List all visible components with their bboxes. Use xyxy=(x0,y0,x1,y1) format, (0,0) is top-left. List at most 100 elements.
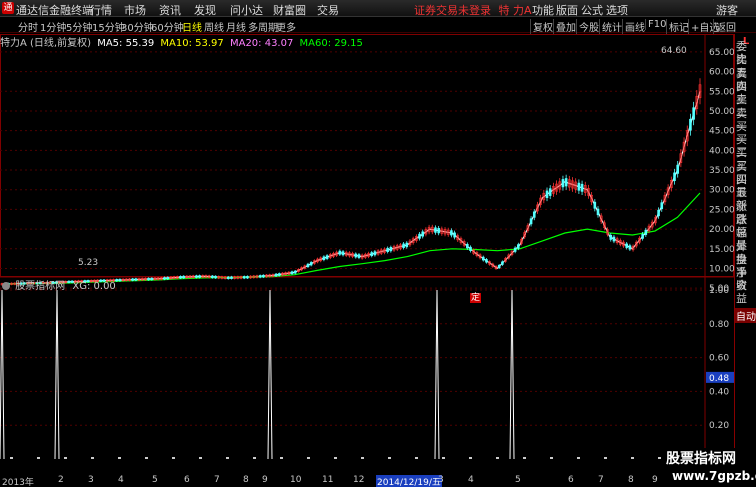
candle-body xyxy=(628,245,632,250)
indicator-tick-label: 0.40 xyxy=(709,387,729,397)
period-5min[interactable]: 5分钟 xyxy=(66,19,92,34)
date-tick-label: 4 xyxy=(118,475,124,485)
period-toolbar: 分时 1分钟 5分钟 15分钟 30分钟 60分钟 日线 周线 月线 多周期 更… xyxy=(0,18,756,34)
period-multi[interactable]: 多周期 xyxy=(248,19,278,34)
menu-formula[interactable]: 公式 xyxy=(581,2,603,18)
btn-f10[interactable]: F10 xyxy=(645,19,666,30)
price-tick-label: 20.00 xyxy=(709,225,734,235)
indicator-spike xyxy=(0,289,5,460)
date-tick-label: 6 xyxy=(184,475,190,485)
menu-options[interactable]: 选项 xyxy=(606,2,628,18)
candle-body xyxy=(179,275,182,279)
indicator-dot xyxy=(388,457,391,459)
candle-body xyxy=(421,231,425,237)
btn-mark[interactable]: 标记 xyxy=(666,19,689,34)
menu-bar: 通 通达信金融终端 行情 市场 资讯 发现 问小达 财富圈 交易 证券交易未登录… xyxy=(0,0,756,17)
date-tick-label: 2014/12/19/五 xyxy=(376,475,442,487)
btn-stock[interactable]: 今股 xyxy=(576,19,599,34)
side-auto-button[interactable]: 自动 xyxy=(735,308,756,323)
menu-function[interactable]: 功能 xyxy=(532,2,554,18)
menu-quotes[interactable]: 行情 xyxy=(90,2,112,18)
indicator-dot xyxy=(550,457,553,459)
ma-info-line: 特力A (日线,前复权) MA5: 55.39 MA10: 53.97 MA20… xyxy=(0,34,366,49)
indicator-toggle-icon[interactable] xyxy=(2,282,10,290)
candle-body xyxy=(657,209,660,217)
indicator-name: 股票指标网 xyxy=(15,281,66,292)
indicator-dot xyxy=(307,457,310,459)
indicator-tick-label: 1.00 xyxy=(709,286,729,296)
period-monthly[interactable]: 月线 xyxy=(226,19,246,34)
candle-body xyxy=(338,250,342,255)
btn-stats[interactable]: 统计 xyxy=(599,19,622,34)
date-tick-label: 11 xyxy=(322,475,334,485)
candle-body xyxy=(692,107,695,120)
ma20-value: MA20: 43.07 xyxy=(229,38,294,49)
date-tick-label: 12 xyxy=(353,475,365,485)
candle-body xyxy=(182,275,185,279)
indicator-tick-label: 0.60 xyxy=(709,354,729,364)
login-notice[interactable]: 证券交易未登录 特 力A xyxy=(414,2,532,18)
menu-assistant[interactable]: 问小达 xyxy=(230,2,263,18)
menu-discover[interactable]: 发现 xyxy=(194,2,216,18)
menu-layout[interactable]: 版面 xyxy=(556,2,578,18)
candle-body xyxy=(309,262,313,266)
price-tick-label: 60.00 xyxy=(709,68,734,78)
candle-body xyxy=(147,277,150,281)
period-daily[interactable]: 日线 xyxy=(182,19,202,34)
chart-grid xyxy=(0,34,734,471)
candle-body xyxy=(676,164,679,174)
candle-body xyxy=(211,275,214,279)
period-more[interactable]: 更多 xyxy=(276,19,296,34)
candle-body xyxy=(115,279,119,282)
candle-body xyxy=(214,275,217,279)
btn-draw[interactable]: 画线 xyxy=(622,19,645,34)
period-tick[interactable]: 分时 xyxy=(18,19,38,34)
candle-body xyxy=(548,188,552,196)
indicator-title: 股票指标网 XG: 0.00 xyxy=(2,277,116,292)
period-weekly[interactable]: 周线 xyxy=(204,19,224,34)
btn-back[interactable]: 返回 xyxy=(713,19,736,34)
btn-overlay[interactable]: 叠加 xyxy=(553,19,576,34)
period-1min[interactable]: 1分钟 xyxy=(40,19,66,34)
candle-body xyxy=(564,178,568,187)
menu-wealth[interactable]: 财富圈 xyxy=(273,2,306,18)
high-price-label: 64.60 xyxy=(661,46,687,56)
ma10-value: MA10: 53.97 xyxy=(160,38,224,49)
candle-body xyxy=(529,218,533,225)
candle-body xyxy=(625,243,628,248)
menu-guest[interactable]: 游客 xyxy=(716,2,738,18)
price-axis: 65.00 60.00 55.00 50.00 45.00 40.00 35.00 30.00… xyxy=(706,48,734,431)
menu-market[interactable]: 市场 xyxy=(124,2,146,18)
candle-body xyxy=(134,278,138,281)
menu-trade[interactable]: 交易 xyxy=(317,2,339,18)
side-item: 收益 xyxy=(736,279,747,306)
indicator-tick-label: 0.20 xyxy=(709,421,729,431)
candle-body xyxy=(513,247,517,252)
candle-body xyxy=(485,259,488,263)
candle-body xyxy=(481,256,485,261)
indicator-dot xyxy=(469,457,472,459)
candle-body xyxy=(226,276,230,280)
candle-body xyxy=(405,242,409,248)
period-15min[interactable]: 15分钟 xyxy=(92,19,125,34)
ma-line-ma5 xyxy=(1,91,701,285)
app-logo-icon: 通 xyxy=(2,2,14,14)
price-tick-label: 30.00 xyxy=(709,186,734,196)
marker-tag: 定 xyxy=(470,293,482,303)
kline-chart[interactable]: 65.00 60.00 55.00 50.00 45.00 40.00 35.00 30.00… xyxy=(0,34,734,471)
date-tick-label: 8 xyxy=(628,475,634,485)
indicator-dot xyxy=(631,457,634,459)
price-tick-label: 10.00 xyxy=(709,264,734,274)
period-30min[interactable]: 30分钟 xyxy=(121,19,154,34)
price-tick-label: 55.00 xyxy=(709,87,734,97)
candle-body xyxy=(354,253,358,258)
indicator-spike xyxy=(267,289,273,460)
btn-adjust[interactable]: 复权 xyxy=(530,19,553,34)
indicator-dot xyxy=(118,457,121,459)
date-tick-label: 9 xyxy=(652,475,658,485)
app-title: 通达信金融终端 xyxy=(16,4,93,17)
candle-body xyxy=(660,202,664,210)
period-60min[interactable]: 60分钟 xyxy=(151,19,184,34)
menu-news[interactable]: 资讯 xyxy=(159,2,181,18)
candle-body xyxy=(150,277,154,281)
